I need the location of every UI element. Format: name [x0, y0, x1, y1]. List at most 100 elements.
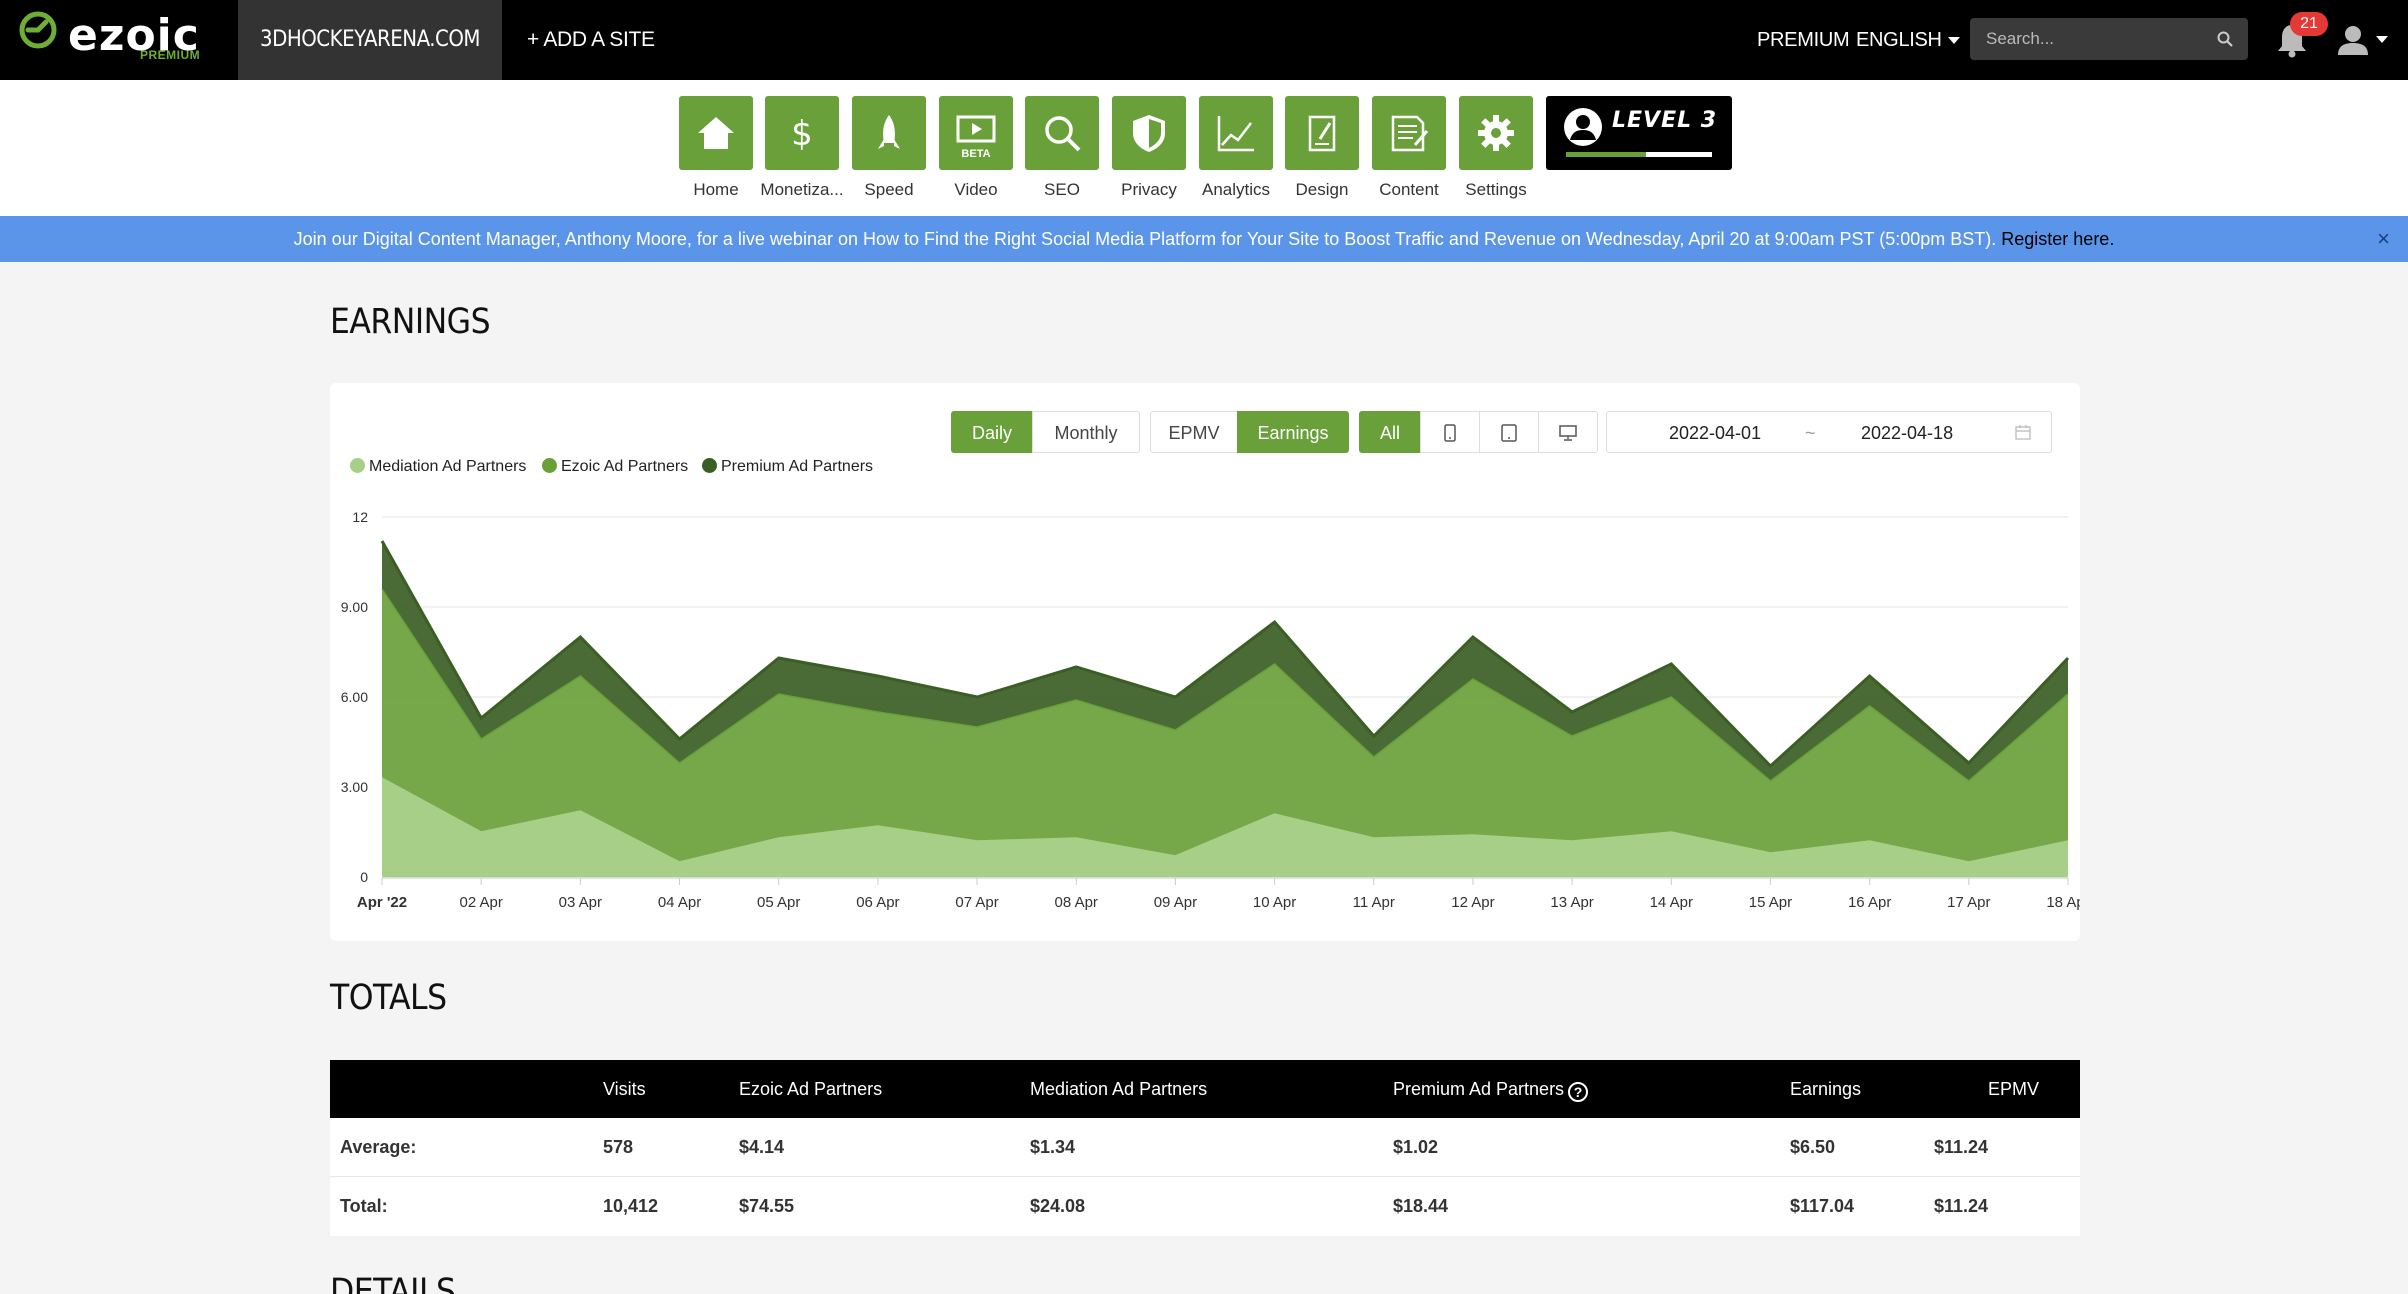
column-header: Visits	[603, 1079, 646, 1099]
column-header: EPMV	[1988, 1079, 2040, 1099]
user-icon[interactable]	[2336, 24, 2370, 56]
beta-badge: BETA	[961, 148, 991, 160]
y-tick-label: 9.00	[341, 599, 368, 615]
x-tick-label: 14 Apr	[1650, 894, 1693, 911]
design-icon	[1308, 115, 1336, 152]
level-label: LEVEL 3	[1612, 108, 1718, 133]
earnings-title: EARNINGS	[330, 302, 491, 342]
close-icon[interactable]: ×	[2377, 216, 2390, 262]
table-cell: $74.55	[739, 1196, 795, 1216]
app-analytics[interactable]: Analytics	[1199, 96, 1273, 200]
gear-icon	[1478, 115, 1514, 151]
ezoic-logo-icon	[19, 11, 57, 49]
app-home[interactable]: Home	[679, 96, 753, 200]
x-tick-label: 17 Apr	[1947, 894, 1990, 911]
app-video[interactable]: BETA Video	[939, 96, 1013, 200]
earnings-area-chart: 0 3.00 6.00 9.00 12 Apr '22 02 Apr 03 Apr 04 Apr…	[341, 509, 2080, 911]
column-header: Mediation Ad Partners	[1030, 1079, 1208, 1099]
table-cell: $11.24	[1934, 1137, 1989, 1157]
x-tick-label: 06 Apr	[856, 894, 899, 911]
level-progress-fill	[1566, 152, 1647, 157]
magnifier-icon	[1045, 116, 1081, 152]
table-row: Total: 10,412 $74.55 $24.08 $18.44 $117.…	[330, 1177, 2080, 1236]
table-cell: $1.34	[1030, 1137, 1076, 1157]
column-header-label: Premium Ad Partners	[1393, 1079, 1565, 1099]
table-cell: $18.44	[1393, 1196, 1449, 1216]
app-label: Settings	[1465, 180, 1527, 199]
app-settings[interactable]: Settings	[1459, 96, 1533, 200]
notification-badge: 21	[2290, 12, 2328, 36]
add-site-button[interactable]: + ADD A SITE	[527, 0, 655, 80]
app-privacy[interactable]: Privacy	[1112, 96, 1186, 200]
app-content[interactable]: Content	[1372, 96, 1446, 200]
site-selector[interactable]: 3DHOCKEYARENA.COM	[238, 0, 502, 80]
table-cell: 10,412	[603, 1196, 659, 1216]
shield-icon	[1133, 115, 1165, 152]
document-icon	[1391, 115, 1429, 152]
totals-table: Visits Ezoic Ad Partners Mediation Ad Pa…	[330, 1060, 2080, 1236]
table-cell: $6.50	[1790, 1137, 1836, 1157]
table-cell: $4.14	[739, 1137, 785, 1157]
x-tick-label: 12 Apr	[1451, 894, 1494, 911]
x-tick-label: Apr '22	[357, 894, 407, 911]
level-avatar-icon	[1564, 108, 1602, 146]
app-speed[interactable]: Speed	[852, 96, 926, 200]
x-tick-label: 04 Apr	[658, 894, 701, 911]
x-tick-label: 02 Apr	[459, 894, 502, 911]
home-icon	[698, 117, 734, 149]
table-cell: $24.08	[1030, 1196, 1086, 1216]
table-header: Visits Ezoic Ad Partners Mediation Ad Pa…	[330, 1060, 2080, 1118]
top-bar: ezoic PREMIUM 3DHOCKEYARENA.COM + ADD A …	[0, 0, 2408, 80]
premium-link[interactable]: PREMIUM	[1757, 0, 1850, 80]
level-badge[interactable]: LEVEL 3	[1546, 96, 1732, 170]
x-tick-label: 05 Apr	[757, 894, 800, 911]
app-seo[interactable]: SEO	[1025, 96, 1099, 200]
table-cell: 578	[603, 1137, 634, 1157]
details-title: DETAILS	[330, 1272, 456, 1294]
x-tick-label: 15 Apr	[1749, 894, 1792, 911]
row-label: Total:	[340, 1196, 388, 1216]
table-cell: $117.04	[1790, 1196, 1855, 1216]
ezoic-logo[interactable]: ezoic PREMIUM	[18, 10, 218, 70]
y-tick-label: 3.00	[341, 779, 368, 795]
webinar-banner: Join our Digital Content Manager, Anthon…	[0, 216, 2408, 262]
x-tick-label: 07 Apr	[955, 894, 998, 911]
column-header: Premium Ad Partners?	[1393, 1060, 1589, 1118]
x-tick-label: 08 Apr	[1055, 894, 1098, 911]
chevron-down-icon	[1947, 37, 1960, 45]
user-menu-chevron-icon[interactable]	[2376, 36, 2388, 43]
search-box	[1970, 18, 2248, 60]
x-tick-label: 16 Apr	[1848, 894, 1891, 911]
search-icon[interactable]	[2216, 30, 2234, 48]
app-design[interactable]: Design	[1285, 96, 1359, 200]
rocket-icon	[878, 115, 900, 149]
register-link[interactable]: Register here.	[2001, 229, 2114, 249]
help-icon[interactable]: ?	[1568, 1082, 1589, 1102]
y-tick-label: 12	[352, 509, 368, 525]
earnings-chart-card: Daily Monthly EPMV Earnings All 2022-04-…	[330, 383, 2080, 941]
y-tick-label: 0	[360, 869, 368, 885]
x-tick-label: 09 Apr	[1154, 894, 1197, 911]
language-label: ENGLISH	[1856, 29, 1942, 51]
video-icon	[956, 115, 996, 143]
table-cell: $1.02	[1393, 1137, 1439, 1157]
x-tick-label: 18 Apr	[2046, 894, 2080, 911]
y-tick-label: 6.00	[341, 689, 368, 705]
svg-text:$: $	[791, 114, 813, 153]
column-header: Ezoic Ad Partners	[739, 1079, 883, 1099]
x-tick-label: 13 Apr	[1550, 894, 1593, 911]
app-monetization[interactable]: $ Monetiza...	[760, 96, 844, 200]
search-input[interactable]	[1970, 18, 2210, 60]
table-cell: $11.24	[1934, 1196, 1989, 1216]
row-label: Average:	[340, 1137, 417, 1157]
line-chart-icon	[1217, 116, 1254, 152]
x-tick-label: 03 Apr	[559, 894, 602, 911]
app-navigation: Home $ Monetiza... Speed BETA Video SEO …	[0, 80, 2408, 216]
language-dropdown[interactable]: ENGLISH	[1856, 0, 1960, 80]
totals-title: TOTALS	[330, 978, 447, 1018]
x-tick-label: 10 Apr	[1253, 894, 1296, 911]
column-header: Earnings	[1790, 1079, 1862, 1099]
dollar-icon: $	[791, 114, 813, 153]
logo-subtitle: PREMIUM	[140, 48, 201, 62]
banner-text: Join our Digital Content Manager, Anthon…	[293, 229, 1997, 249]
